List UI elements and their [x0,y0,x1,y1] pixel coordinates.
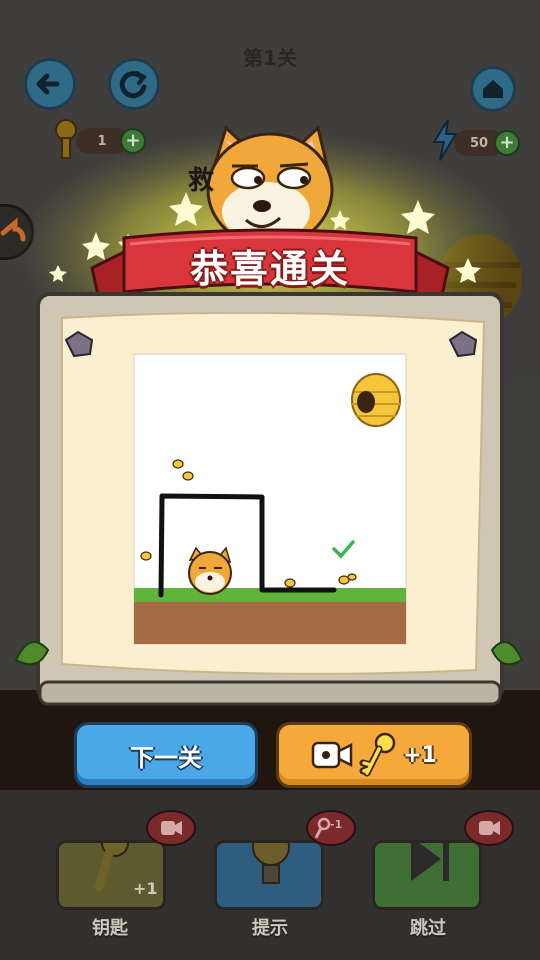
skip-icon [411,837,449,881]
next-level-label: 下一关 [130,743,202,772]
watch-video-key-button[interactable]: +1 [276,722,472,788]
key-tool-label: 钥匙 [92,918,128,939]
hint-tool-label: 提示 [252,918,288,939]
key-tool-reward: +1 [133,879,158,898]
hint-cost-label: -1 [330,818,343,831]
get-key-tool-button[interactable]: +1 [56,829,166,910]
beehive-icon [351,373,401,427]
gold-key-icon [359,732,396,777]
next-level-button[interactable]: 下一关 [74,722,258,788]
shiba-mascot-icon [206,125,334,248]
level-preview [133,353,407,645]
skip-video-badge-icon [464,810,514,846]
skip-tool-label: 跳过 [410,918,446,939]
victory-banner-title: 恭喜通关 [189,247,350,291]
shiba-small-icon [188,546,232,595]
lightbulb-icon [252,828,290,884]
video-reward-label: +1 [403,742,437,768]
hint-tool-button[interactable] [214,828,324,910]
background-level-text: 救 [188,166,215,196]
skip-tool-button[interactable] [372,837,482,910]
key-video-badge-icon [146,810,196,846]
video-camera-icon [311,741,353,769]
victory-popup-art [14,125,524,706]
